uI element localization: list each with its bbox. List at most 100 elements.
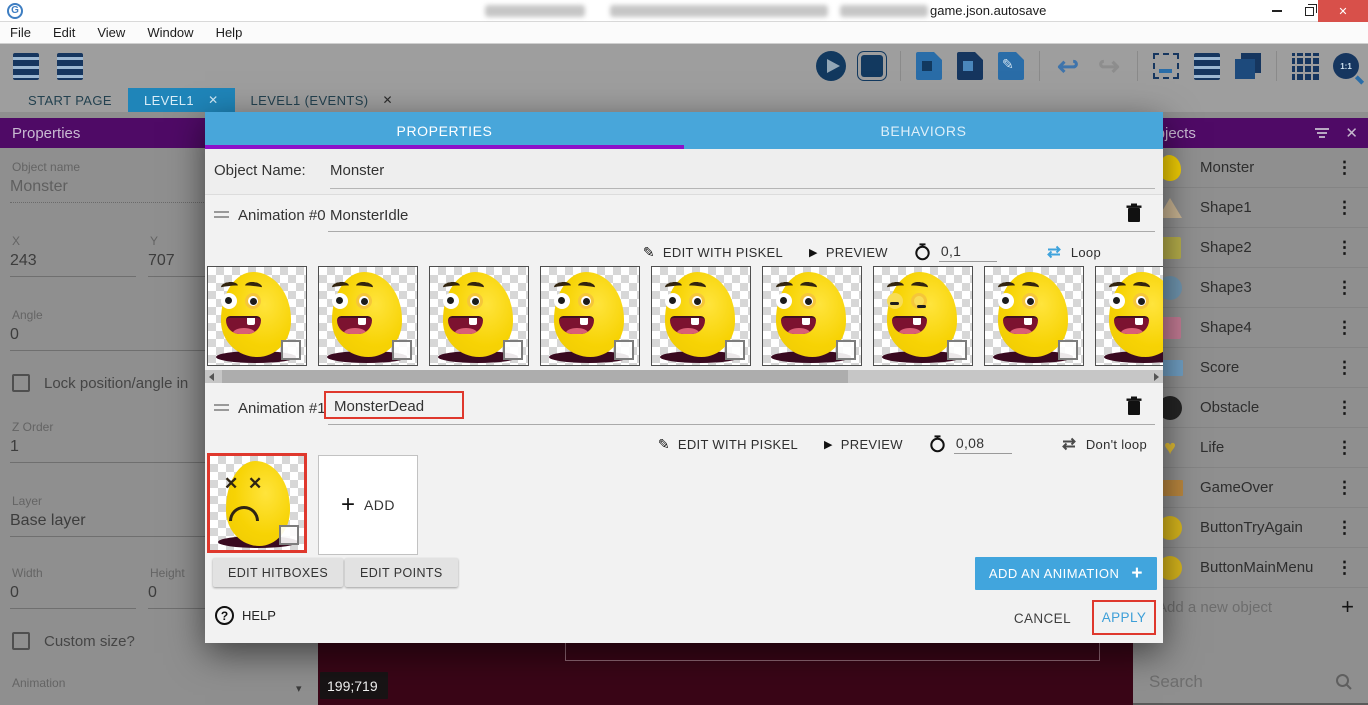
- object-menu-icon[interactable]: ⋮: [1336, 278, 1354, 298]
- frame-thumbnail-sleepy[interactable]: [873, 266, 973, 366]
- preview-button[interactable]: ▶PREVIEW: [809, 245, 888, 260]
- object-menu-icon[interactable]: ⋮: [1336, 478, 1354, 498]
- delete-animation-0-icon[interactable]: [1125, 203, 1143, 223]
- object-menu-icon[interactable]: ⋮: [1336, 518, 1354, 538]
- animation-0-name-input[interactable]: MonsterIdle: [330, 207, 408, 224]
- apply-button[interactable]: APPLY: [1102, 610, 1147, 625]
- frame-checkbox[interactable]: [947, 340, 967, 360]
- frame-thumbnail-normal[interactable]: [540, 266, 640, 366]
- close-button[interactable]: ✕: [1318, 0, 1368, 22]
- add-new-object-row[interactable]: Add a new object +: [1133, 588, 1368, 626]
- instances-list-icon[interactable]: [1191, 50, 1223, 82]
- frame-thumbnail-normal[interactable]: [429, 266, 529, 366]
- frame-thumbnail-normal[interactable]: [984, 266, 1084, 366]
- minimize-button[interactable]: [1262, 0, 1292, 22]
- dialog-tab-properties[interactable]: PROPERTIES: [205, 112, 684, 149]
- frame-thumbnail-dead[interactable]: ✕✕: [207, 453, 307, 553]
- lock-position-checkbox[interactable]: [12, 374, 30, 392]
- scroll-right-icon[interactable]: [1154, 373, 1159, 381]
- menu-help[interactable]: Help: [216, 25, 243, 40]
- frame-checkbox[interactable]: [1058, 340, 1078, 360]
- add-frame-button[interactable]: +ADD: [318, 455, 418, 555]
- debug-icon[interactable]: [856, 50, 888, 82]
- objects-search-input[interactable]: Search: [1149, 672, 1203, 692]
- dialog-object-name-input[interactable]: Monster: [330, 162, 1155, 189]
- dialog-tab-behaviors[interactable]: BEHAVIORS: [684, 112, 1163, 149]
- menu-view[interactable]: View: [97, 25, 125, 40]
- filter-icon[interactable]: [1313, 127, 1331, 139]
- object-row-gameover[interactable]: GameOver⋮: [1133, 468, 1368, 508]
- edit-with-piskel-button[interactable]: ✎EDIT WITH PISKEL: [643, 244, 783, 261]
- animation-dropdown-icon[interactable]: ▾: [296, 682, 302, 695]
- tab-level1-events-[interactable]: LEVEL1 (EVENTS)✕: [235, 88, 409, 112]
- frame-checkbox[interactable]: [836, 340, 856, 360]
- object-row-buttonmainmenu[interactable]: ButtonMainMenu⋮: [1133, 548, 1368, 588]
- help-button[interactable]: ? HELP: [215, 606, 276, 625]
- object-row-monster[interactable]: Monster⋮: [1133, 148, 1368, 188]
- object-row-shape2[interactable]: Shape2⋮: [1133, 228, 1368, 268]
- tab-start-page[interactable]: START PAGE: [12, 88, 128, 112]
- add-an-animation-button[interactable]: ADD AN ANIMATION+: [975, 557, 1157, 590]
- preview-button[interactable]: ▶PREVIEW: [824, 437, 903, 452]
- cancel-button[interactable]: CANCEL: [1014, 611, 1071, 626]
- add-object-icon[interactable]: [913, 50, 945, 82]
- frame-thumbnail-normal[interactable]: [651, 266, 751, 366]
- frame-checkbox[interactable]: [503, 340, 523, 360]
- menu-window[interactable]: Window: [147, 25, 193, 40]
- object-menu-icon[interactable]: ⋮: [1336, 358, 1354, 378]
- zoom-1-1-icon[interactable]: 1:1: [1330, 50, 1362, 82]
- frame-checkbox[interactable]: [281, 340, 301, 360]
- object-menu-icon[interactable]: ⋮: [1336, 238, 1354, 258]
- loop-toggle[interactable]: Loop: [1045, 245, 1101, 260]
- redo-icon[interactable]: ↪: [1093, 50, 1125, 82]
- x-field[interactable]: 243: [10, 252, 136, 277]
- object-menu-icon[interactable]: ⋮: [1336, 438, 1354, 458]
- deselect-instances-icon[interactable]: [1150, 50, 1182, 82]
- object-row-buttontryagain[interactable]: ButtonTryAgain⋮: [1133, 508, 1368, 548]
- edit-object-icon[interactable]: ✎: [995, 50, 1027, 82]
- frame-thumbnail-normal[interactable]: [207, 266, 307, 366]
- undo-icon[interactable]: ↩: [1052, 50, 1084, 82]
- frame-thumbnail-normal[interactable]: [762, 266, 862, 366]
- object-row-shape4[interactable]: Shape4⋮: [1133, 308, 1368, 348]
- object-menu-icon[interactable]: ⋮: [1336, 158, 1354, 178]
- object-menu-icon[interactable]: ⋮: [1336, 398, 1354, 418]
- frame-thumbnail-normal[interactable]: [1095, 266, 1163, 366]
- object-row-life[interactable]: ♥Life⋮: [1133, 428, 1368, 468]
- layers-icon[interactable]: [1232, 50, 1264, 82]
- custom-size-checkbox[interactable]: [12, 632, 30, 650]
- drag-handle-icon[interactable]: [214, 404, 229, 411]
- menu-file[interactable]: File: [10, 25, 31, 40]
- frame-checkbox[interactable]: [725, 340, 745, 360]
- frames-scrollbar[interactable]: [205, 370, 1163, 383]
- project-manager-icon[interactable]: [10, 50, 42, 82]
- tab-close-icon[interactable]: ✕: [383, 93, 393, 107]
- loop-toggle[interactable]: Don't loop: [1060, 437, 1147, 452]
- frame-checkbox[interactable]: [614, 340, 634, 360]
- start-scene-icon[interactable]: [54, 50, 86, 82]
- time-between-frames-input[interactable]: 0,1: [939, 243, 997, 262]
- add-object-group-icon[interactable]: [954, 50, 986, 82]
- object-menu-icon[interactable]: ⋮: [1336, 318, 1354, 338]
- objects-panel-close-icon[interactable]: ✕: [1345, 124, 1358, 142]
- object-row-score[interactable]: Score⋮: [1133, 348, 1368, 388]
- edit-hitboxes-button[interactable]: EDIT HITBOXES: [213, 558, 343, 587]
- scrollbar-thumb[interactable]: [222, 370, 848, 383]
- object-row-obstacle[interactable]: Obstacle⋮: [1133, 388, 1368, 428]
- edit-with-piskel-button[interactable]: ✎EDIT WITH PISKEL: [658, 436, 798, 453]
- play-icon[interactable]: [815, 50, 847, 82]
- menu-edit[interactable]: Edit: [53, 25, 75, 40]
- edit-points-button[interactable]: EDIT POINTS: [345, 558, 458, 587]
- delete-animation-1-icon[interactable]: [1125, 396, 1143, 416]
- object-row-shape3[interactable]: Shape3⋮: [1133, 268, 1368, 308]
- frame-thumbnail-normal[interactable]: [318, 266, 418, 366]
- time-between-frames-input[interactable]: 0,08: [954, 435, 1012, 454]
- object-row-shape1[interactable]: Shape1⋮: [1133, 188, 1368, 228]
- frame-checkbox[interactable]: [279, 525, 299, 545]
- tab-level1[interactable]: LEVEL1✕: [128, 88, 235, 112]
- width-field[interactable]: 0: [10, 584, 136, 609]
- frame-checkbox[interactable]: [392, 340, 412, 360]
- scroll-left-icon[interactable]: [209, 373, 214, 381]
- animation-1-name-input[interactable]: MonsterDead: [334, 398, 424, 415]
- drag-handle-icon[interactable]: [214, 211, 229, 218]
